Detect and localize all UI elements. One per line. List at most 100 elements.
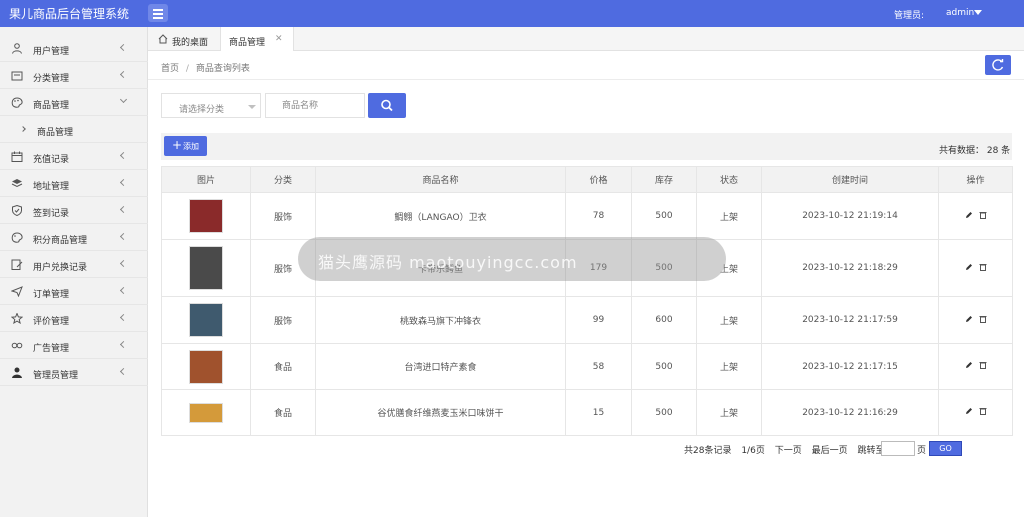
sidebar-item-address[interactable]: 地址管理 [0,170,148,197]
column-header: 创建时间 [761,166,939,193]
breadcrumb-separator: / [185,64,189,74]
plus-icon: + [172,138,183,152]
breadcrumb: 首页 / 商品查询列表 [161,61,250,74]
send-icon [11,286,23,297]
cell-created: 2023-10-12 21:17:15 [761,343,939,390]
table-row: 食品 谷优膳食纤维燕麦玉米口味饼干 15 500 上架 2023-10-12 2… [161,389,1013,436]
goods-table: 图片 分类 商品名称 价格 库存 状态 创建时间 操作 服饰 鲷翱（LANGAO… [161,166,1013,436]
cell-category: 食品 [250,343,316,390]
product-thumbnail[interactable] [189,246,223,290]
pager-last[interactable]: 最后一页 [812,446,848,456]
sidebar-item-label: 订单管理 [33,290,70,300]
sidebar-item-order[interactable]: 订单管理 [0,278,148,305]
sidebar-item-checkin[interactable]: 签到记录 [0,197,148,224]
chevron-left-icon [119,151,128,160]
chevron-down-icon[interactable] [974,10,982,15]
column-header: 库存 [631,166,697,193]
sidebar-item-goods[interactable]: 商品管理 [0,89,148,116]
sidebar-item-review[interactable]: 评价管理 [0,305,148,332]
add-button[interactable]: + 添加 [164,136,207,156]
delete-icon[interactable] [979,211,987,219]
cell-stock: 500 [631,389,697,436]
product-thumbnail[interactable] [189,199,223,233]
refresh-icon [992,59,1004,71]
total-count: 共有数据： 28 条 [939,146,1011,156]
edit-icon[interactable] [965,315,973,323]
tab-label: 商品管理 [229,38,266,48]
chevron-left-icon [119,43,128,52]
edit-icon[interactable] [965,263,973,271]
chevron-left-icon [119,367,128,376]
breadcrumb-home[interactable]: 首页 [161,64,179,74]
sidebar-item-exchange[interactable]: 用户兑换记录 [0,251,148,278]
table-header-row: 图片 分类 商品名称 价格 库存 状态 创建时间 操作 [161,166,1013,193]
delete-icon[interactable] [979,263,987,271]
delete-icon[interactable] [979,407,987,415]
tab-label: 我的桌面 [172,38,209,48]
pager-page: 1/6页 [741,446,765,456]
admin-name[interactable]: admin [946,8,974,18]
cell-status: 上架 [696,343,762,390]
sidebar-item-label: 用户兑换记录 [33,263,88,273]
admin-label: 管理员: [894,11,925,21]
edit-icon[interactable] [965,361,973,369]
pager-total: 共28条记录 [684,446,732,456]
product-thumbnail[interactable] [189,402,223,423]
cell-price: 78 [565,192,632,240]
home-icon [158,34,168,44]
cell-status: 上架 [696,296,762,344]
sidebar-item-label: 分类管理 [33,74,70,84]
page-unit-label: 页 [917,446,927,456]
sidebar-item-points-goods[interactable]: 积分商品管理 [0,224,148,251]
sidebar-item-label: 评价管理 [33,317,70,327]
chevron-left-icon [119,286,128,295]
sidebar-item-ads[interactable]: 广告管理 [0,332,148,359]
product-thumbnail[interactable] [189,349,223,384]
cell-category: 食品 [250,389,316,436]
search-button[interactable] [368,93,406,118]
divider [148,79,1024,80]
table-row: 服饰 鲷翱（LANGAO）卫衣 78 500 上架 2023-10-12 21:… [161,192,1013,240]
sidebar-item-label: 商品管理 [37,128,74,138]
cell-category: 服饰 [250,296,316,344]
menu-toggle-button[interactable] [148,4,168,22]
add-button-label: 添加 [183,142,199,151]
cell-price: 15 [565,389,632,436]
jump-page-input[interactable] [881,441,915,456]
go-button[interactable]: GO [929,441,962,456]
edit-icon[interactable] [965,407,973,415]
delete-icon[interactable] [979,315,987,323]
cell-price: 58 [565,343,632,390]
tab-my-desktop[interactable]: 我的桌面 [154,27,220,51]
category-select[interactable]: 请选择分类 [161,93,261,118]
product-thumbnail[interactable] [189,303,223,337]
close-icon[interactable]: ✕ [275,34,283,44]
cell-stock: 600 [631,296,697,344]
pager-next[interactable]: 下一页 [775,446,802,456]
edit-icon[interactable] [965,211,973,219]
tab-goods-management[interactable]: 商品管理 ✕ [220,27,294,51]
delete-icon[interactable] [979,361,987,369]
sidebar-item-user[interactable]: 用户管理 [0,35,148,62]
link-icon [11,342,23,349]
refresh-button[interactable] [985,55,1011,75]
chevron-right-icon [20,126,26,132]
cell-stock: 500 [631,343,697,390]
sidebar-item-category[interactable]: 分类管理 [0,62,148,89]
cell-category: 服饰 [250,192,316,240]
sidebar-subitem-goods[interactable]: 商品管理 [0,116,148,143]
cell-price: 99 [565,296,632,344]
sidebar-item-admin[interactable]: 管理员管理 [0,359,148,386]
cell-name: 谷优膳食纤维燕麦玉米口味饼干 [315,389,566,436]
palette-icon [11,97,23,108]
column-header: 状态 [696,166,762,193]
chevron-left-icon [119,205,128,214]
pagination: 共28条记录 1/6页 下一页 最后一页 跳转至 [684,443,892,456]
sidebar-item-label: 管理员管理 [33,371,79,381]
goods-name-input[interactable] [265,93,365,118]
category-select-placeholder: 请选择分类 [179,105,225,115]
sidebar-item-recharge[interactable]: 充值记录 [0,143,148,170]
star-icon [11,313,23,324]
hamburger-icon [153,9,163,11]
cell-name: 桃致森马旗下冲锋衣 [315,296,566,344]
